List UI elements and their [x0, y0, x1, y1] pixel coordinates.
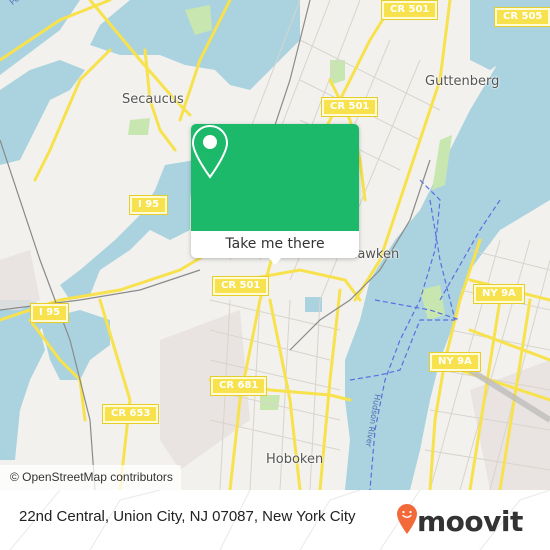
popup-header	[191, 124, 359, 231]
location-popup: Take me there	[191, 124, 359, 265]
moovit-pin-logo-icon	[397, 504, 417, 534]
map-pin-icon	[191, 124, 229, 179]
map-canvas[interactable]: Secaucus Guttenberg Weehawken Hoboken Un…	[0, 0, 550, 490]
moovit-wordmark: moovit	[417, 505, 523, 538]
road-shield-cr501: CR 501	[380, 0, 439, 20]
road-shield-cr653: CR 653	[101, 404, 160, 424]
popup-pointer	[268, 257, 282, 265]
road-shield-cr681: CR 681	[209, 376, 268, 396]
road-shield-ny9a: NY 9A	[429, 352, 481, 372]
road-shield-cr501: CR 501	[211, 276, 270, 296]
take-me-there-button[interactable]: Take me there	[191, 231, 359, 258]
road-shield-cr505: CR 505	[493, 7, 550, 27]
place-label-hoboken: Hoboken	[266, 452, 324, 467]
overpeck-west-water	[0, 60, 85, 165]
place-label-secaucus: Secaucus	[122, 92, 184, 107]
road-shield-i95: I 95	[128, 195, 169, 215]
road-shield-i95: I 95	[29, 303, 70, 323]
road-shield-ny9a: NY 9A	[473, 284, 525, 304]
address-text: 22nd Central, Union City, NJ 07087, New …	[19, 508, 356, 525]
footer-bar: 22nd Central, Union City, NJ 07087, New …	[0, 490, 550, 550]
road-shield-cr501: CR 501	[320, 97, 379, 117]
osm-attribution[interactable]: © OpenStreetMap contributors	[0, 465, 181, 490]
place-label-guttenberg: Guttenberg	[425, 74, 500, 89]
map-widget: Secaucus Guttenberg Weehawken Hoboken Un…	[0, 0, 550, 550]
